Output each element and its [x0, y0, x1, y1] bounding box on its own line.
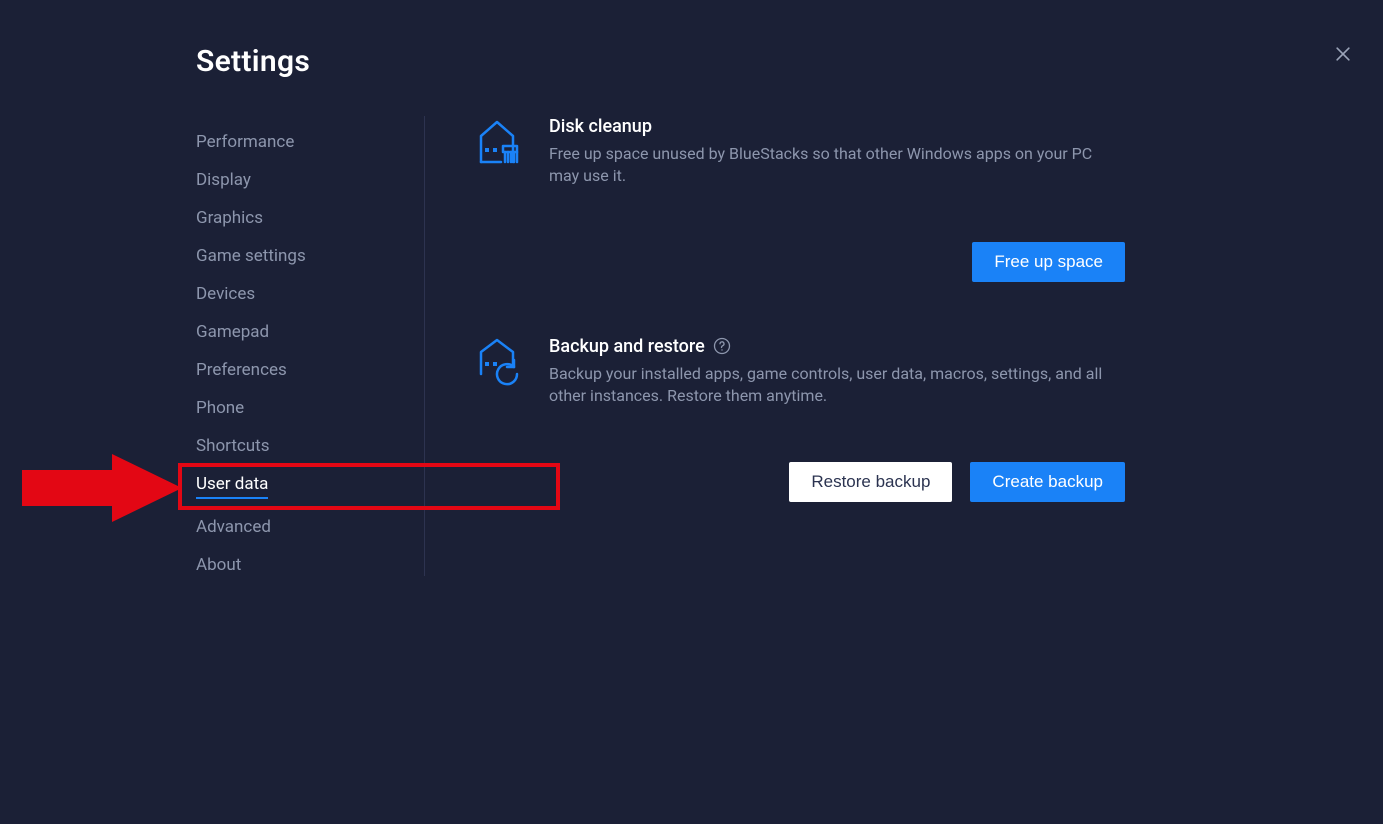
sidebar-item-label: Display [196, 170, 251, 190]
sidebar-item-shortcuts[interactable]: Shortcuts [196, 427, 424, 465]
section-title: Disk cleanup [549, 116, 1125, 137]
settings-window: Settings Performance Display Graphics Ga… [0, 0, 1383, 824]
create-backup-button[interactable]: Create backup [970, 462, 1125, 502]
backup-restore-actions: Restore backup Create backup [549, 462, 1125, 502]
sidebar-item-label: Phone [196, 398, 244, 418]
sidebar-item-preferences[interactable]: Preferences [196, 351, 424, 389]
sidebar-item-display[interactable]: Display [196, 161, 424, 199]
sidebar-item-advanced[interactable]: Advanced [196, 508, 424, 546]
section-disk-cleanup: Disk cleanup Free up space unused by Blu… [473, 116, 1125, 188]
sidebar-item-label: Graphics [196, 208, 263, 228]
sidebar-item-graphics[interactable]: Graphics [196, 199, 424, 237]
sidebar-item-label: Game settings [196, 246, 306, 266]
sidebar-item-gamepad[interactable]: Gamepad [196, 313, 424, 351]
close-icon [1333, 44, 1353, 68]
backup-restore-icon [473, 338, 521, 386]
section-desc: Backup your installed apps, game control… [549, 363, 1109, 408]
sidebar-item-label: Gamepad [196, 322, 269, 342]
sidebar-item-performance[interactable]: Performance [196, 123, 424, 161]
sidebar-item-label: Shortcuts [196, 436, 270, 456]
main-panel: Disk cleanup Free up space unused by Blu… [425, 44, 1185, 824]
section-title: Backup and restore [549, 336, 1125, 357]
sidebar-item-label: Performance [196, 132, 294, 152]
disk-cleanup-actions: Free up space [549, 242, 1125, 282]
sidebar-item-devices[interactable]: Devices [196, 275, 424, 313]
close-button[interactable] [1327, 40, 1359, 72]
sidebar-item-label: User data [196, 474, 268, 499]
sidebar-item-user-data[interactable]: User data [196, 465, 424, 508]
section-backup-restore: Backup and restore Backup your installed… [473, 336, 1125, 408]
sidebar-item-label: Advanced [196, 517, 271, 537]
sidebar-item-label: About [196, 555, 241, 575]
restore-backup-button[interactable]: Restore backup [789, 462, 952, 502]
free-up-space-button[interactable]: Free up space [972, 242, 1125, 282]
sidebar: Settings Performance Display Graphics Ga… [196, 44, 424, 824]
nav-list: Performance Display Graphics Game settin… [196, 123, 424, 584]
sidebar-item-phone[interactable]: Phone [196, 389, 424, 427]
section-desc: Free up space unused by BlueStacks so th… [549, 143, 1109, 188]
sidebar-item-label: Devices [196, 284, 255, 304]
help-icon[interactable] [713, 337, 731, 355]
sidebar-item-about[interactable]: About [196, 546, 424, 584]
disk-cleanup-icon [473, 118, 521, 166]
page-title: Settings [196, 44, 424, 79]
sidebar-item-game-settings[interactable]: Game settings [196, 237, 424, 275]
section-title-label: Backup and restore [549, 336, 705, 357]
sidebar-item-label: Preferences [196, 360, 287, 380]
